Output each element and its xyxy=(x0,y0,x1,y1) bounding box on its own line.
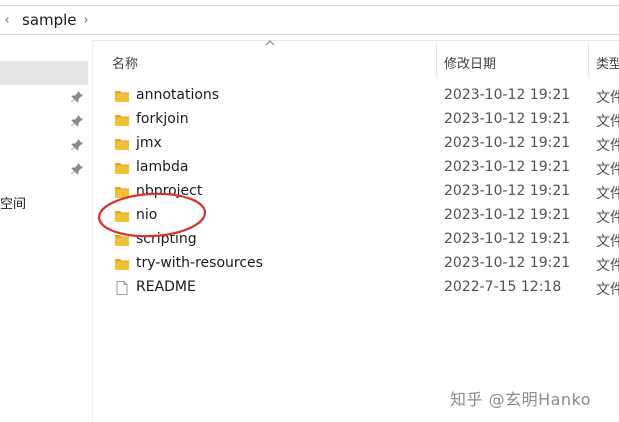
address-box[interactable] xyxy=(0,5,619,35)
folder-icon xyxy=(114,208,130,224)
folder-icon xyxy=(114,136,130,152)
column-header-type[interactable]: 类型 xyxy=(596,53,619,72)
folder-icon xyxy=(114,184,130,200)
file-type: 文件 xyxy=(596,114,619,130)
file-name: annotations xyxy=(136,87,220,103)
file-name: README xyxy=(136,279,196,295)
file-row[interactable]: try-with-resources 2023-10-12 19:21 文件 xyxy=(92,252,619,276)
breadcrumb-back-chevron-icon[interactable]: ‹ xyxy=(0,6,14,34)
file-type: 文件 xyxy=(596,210,619,226)
file-date-modified: 2023-10-12 19:21 xyxy=(444,111,571,127)
file-date-modified: 2023-10-12 19:21 xyxy=(444,231,571,247)
watermark: 知乎 @玄明Hanko xyxy=(450,390,592,409)
file-date-modified: 2023-10-12 19:21 xyxy=(444,135,571,151)
file-date-modified: 2023-10-12 19:21 xyxy=(444,87,571,103)
sort-ascending-icon xyxy=(265,40,275,46)
address-bar: ‹ sample › xyxy=(0,0,619,41)
column-header-bar: 名称 修改日期 类型 xyxy=(92,40,619,80)
column-divider[interactable] xyxy=(588,44,589,78)
file-name: scripting xyxy=(136,231,197,247)
folder-icon xyxy=(114,232,130,248)
folder-icon xyxy=(114,88,130,104)
file-type: 文件 xyxy=(596,258,619,274)
breadcrumb-sample[interactable]: sample xyxy=(22,11,77,29)
file-name: nbproject xyxy=(136,183,203,199)
file-type: 文件 xyxy=(596,186,619,202)
file-type: 文件 xyxy=(596,90,619,106)
pin-icon[interactable] xyxy=(70,90,84,104)
folder-icon xyxy=(114,256,130,272)
file-type: 文件 xyxy=(596,138,619,154)
file-row[interactable]: nio 2023-10-12 19:21 文件 xyxy=(92,204,619,228)
column-divider[interactable] xyxy=(436,44,437,78)
file-date-modified: 2023-10-12 19:21 xyxy=(444,207,571,223)
file-icon xyxy=(114,280,130,296)
nav-item-label[interactable]: 空间 xyxy=(0,193,26,212)
file-type: 文件 xyxy=(596,282,619,298)
pin-icon[interactable] xyxy=(70,162,84,176)
column-header-date[interactable]: 修改日期 xyxy=(444,53,496,72)
file-name: try-with-resources xyxy=(136,255,263,271)
breadcrumb-chevron-icon[interactable]: › xyxy=(80,6,92,34)
file-row[interactable]: jmx 2023-10-12 19:21 文件 xyxy=(92,132,619,156)
pin-icon[interactable] xyxy=(70,114,84,128)
file-type: 文件 xyxy=(596,234,619,250)
file-date-modified: 2022-7-15 12:18 xyxy=(444,279,562,295)
file-row[interactable]: nbproject 2023-10-12 19:21 文件 xyxy=(92,180,619,204)
file-date-modified: 2023-10-12 19:21 xyxy=(444,183,571,199)
nav-item-selected[interactable] xyxy=(0,61,88,85)
column-header-name[interactable]: 名称 xyxy=(112,53,138,72)
file-row[interactable]: scripting 2023-10-12 19:21 文件 xyxy=(92,228,619,252)
file-date-modified: 2023-10-12 19:21 xyxy=(444,159,571,175)
pin-icon[interactable] xyxy=(70,138,84,152)
file-name: lambda xyxy=(136,159,189,175)
file-row[interactable]: lambda 2023-10-12 19:21 文件 xyxy=(92,156,619,180)
file-name: jmx xyxy=(136,135,162,151)
navigation-pane: 空间 xyxy=(0,40,93,422)
file-name: forkjoin xyxy=(136,111,189,127)
file-row[interactable]: annotations 2023-10-12 19:21 文件 xyxy=(92,84,619,108)
file-type: 文件 xyxy=(596,162,619,178)
folder-icon xyxy=(114,112,130,128)
file-date-modified: 2023-10-12 19:21 xyxy=(444,255,571,271)
file-row[interactable]: forkjoin 2023-10-12 19:21 文件 xyxy=(92,108,619,132)
file-row[interactable]: README 2022-7-15 12:18 文件 xyxy=(92,276,619,300)
file-name: nio xyxy=(136,207,158,223)
folder-icon xyxy=(114,160,130,176)
